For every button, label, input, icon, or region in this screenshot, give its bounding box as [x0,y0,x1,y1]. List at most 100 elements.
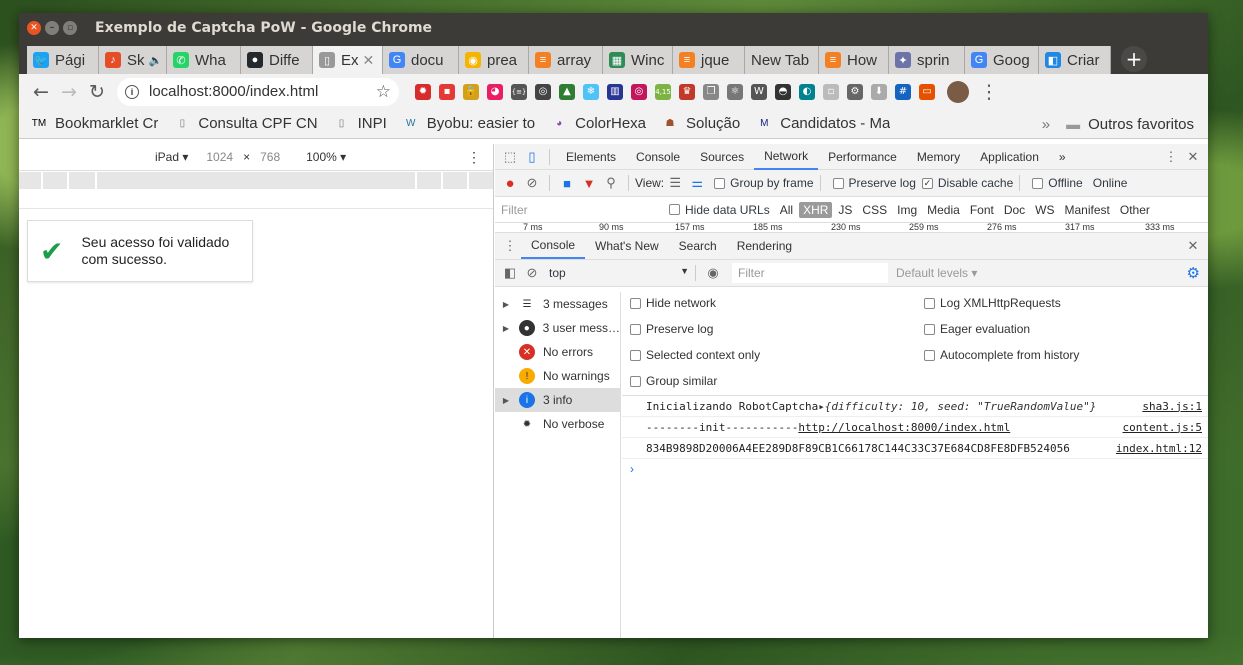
setting-checkbox[interactable] [630,375,641,387]
filter-type-other[interactable]: Other [1116,202,1154,218]
console-prompt[interactable]: › [622,459,1208,479]
extension-icon[interactable]: ⚛ [727,83,743,100]
record-icon[interactable]: ● [499,175,521,192]
reload-icon[interactable]: ↻ [83,78,111,106]
drawer-menu-icon[interactable]: ⋮ [499,238,521,254]
console-setting[interactable]: Preserve log [624,322,713,336]
browser-tab[interactable]: ♪ Sk 🔈 [99,46,167,74]
clear-icon[interactable]: ⊘ [521,175,543,191]
browser-tab[interactable]: ● Diffe [241,46,313,74]
devtools-menu-icon[interactable]: ⋮ [1160,149,1182,165]
media-query-ruler[interactable] [19,172,493,189]
setting-checkbox[interactable] [924,297,935,309]
browser-tab[interactable]: ✆ Wha [167,46,241,74]
console-sidebar-item[interactable]: ▶ ● 3 user mess… [495,316,620,340]
device-height[interactable]: 768 [260,150,280,164]
more-tabs-button[interactable]: » [1049,144,1076,170]
extension-icon[interactable]: ◎ [535,83,551,100]
extension-icon[interactable]: {≡} [511,83,527,100]
filter-type-xhr[interactable]: XHR [799,201,833,218]
filter-icon[interactable]: ▼ [578,176,600,191]
browser-tab[interactable]: Gdocu [383,46,459,74]
bookmark-item[interactable]: W Byobu: easier to [403,115,535,132]
browser-tab[interactable]: ≡ How [819,46,889,74]
console-sidebar-item[interactable]: ! No warnings [495,364,620,388]
drawer-tab-search[interactable]: Search [669,233,727,259]
console-setting[interactable]: Selected context only [624,348,760,362]
new-tab-button[interactable]: + [1121,46,1147,72]
log-object[interactable]: ▸{difficulty: 10, seed: "TrueRandomValue… [818,400,1096,413]
devtools-tab-application[interactable]: Application [970,144,1049,170]
site-info-icon[interactable]: i [125,84,139,99]
console-clear-icon[interactable]: ⊘ [521,265,543,281]
search-icon[interactable]: ⚲ [600,175,622,191]
large-rows-icon[interactable]: ☰ [664,175,686,191]
expand-triangle-icon[interactable]: ▶ [499,300,513,309]
bookmark-item[interactable]: ▯ INPI [334,115,387,132]
device-select[interactable]: iPad ▾ [155,150,188,164]
back-icon[interactable]: ← [27,78,55,106]
devtools-tab-elements[interactable]: Elements [556,144,626,170]
filter-type-doc[interactable]: Doc [1000,202,1029,218]
console-settings-gear-icon[interactable]: ⚙ [1187,264,1200,282]
bookmark-item[interactable]: ▯ Consulta CPF CN [174,115,318,132]
window-maximize-button[interactable]: ▫ [63,21,77,35]
filter-type-ws[interactable]: WS [1031,202,1058,218]
bookmark-item[interactable]: ☗ Solução [662,115,741,132]
address-bar[interactable]: i localhost:8000/index.html ☆ [117,77,399,106]
filter-type-all[interactable]: All [776,202,797,218]
bookmarks-overflow-button[interactable]: » [1042,116,1050,133]
url-text[interactable]: localhost:8000/index.html [149,83,318,100]
log-levels-select[interactable]: Default levels ▾ [896,266,977,280]
extension-icon[interactable]: ◎ [631,83,647,100]
context-select[interactable]: top ▼ [549,266,689,280]
console-setting[interactable]: Group similar [624,374,717,388]
browser-tab[interactable]: G Goog [965,46,1039,74]
other-bookmarks[interactable]: Outros favoritos [1088,116,1194,133]
console-setting[interactable]: Hide network [624,296,716,310]
console-setting[interactable]: Eager evaluation [918,322,1030,336]
audio-icon[interactable]: 🔈 [149,54,163,67]
extension-icon[interactable]: ⚙ [847,83,863,100]
group-by-frame-checkbox[interactable] [714,177,726,189]
menu-icon[interactable]: ⋮ [975,78,1003,106]
extension-icon[interactable]: ◓ [775,83,791,100]
extension-icon[interactable]: ⬇ [871,83,887,100]
browser-tab[interactable]: ≡ jque [673,46,745,74]
extension-icon[interactable]: W [751,83,767,100]
bookmark-item[interactable]: M Candidatos - Ma [756,115,890,132]
browser-tab[interactable]: ✦ sprin [889,46,965,74]
filter-type-js[interactable]: JS [834,202,856,218]
device-width[interactable]: 1024 [206,150,233,164]
tab-close-icon[interactable]: ✕ [363,52,375,69]
inspect-element-icon[interactable]: ⬚ [499,149,521,165]
console-setting[interactable]: Log XMLHttpRequests [918,296,1061,310]
live-expression-eye-icon[interactable]: ◉ [702,265,724,281]
setting-checkbox[interactable] [630,349,641,361]
drawer-close-icon[interactable]: ✕ [1182,238,1204,254]
setting-checkbox[interactable] [924,323,935,335]
browser-tab[interactable]: ▦ Winc [603,46,673,74]
filter-type-css[interactable]: CSS [858,202,891,218]
console-sidebar-item[interactable]: ▶ i 3 info [495,388,620,412]
setting-checkbox[interactable] [630,323,641,335]
extension-icon[interactable]: ❄ [583,83,599,100]
extension-icon[interactable]: ▭ [919,83,935,100]
device-menu-icon[interactable]: ⋮ [467,149,481,166]
disable-cache-checkbox[interactable]: ✓ [921,177,933,189]
devtools-tab-network[interactable]: Network [754,144,819,170]
extension-icon[interactable]: ▫ [823,83,839,100]
extension-icon[interactable]: 4,15 [655,83,671,100]
extension-icon[interactable]: ▥ [607,83,623,100]
browser-tab[interactable]: ◧ Criar [1039,46,1111,74]
extension-icon[interactable]: # [895,83,911,100]
extension-icon[interactable]: ❐ [703,83,719,100]
log-source-link[interactable]: sha3.js:1 [1142,400,1202,413]
bookmark-item[interactable]: TM Bookmarklet Cr [31,115,159,132]
console-sidebar-item[interactable]: ✹ No verbose [495,412,620,436]
devtools-tab-performance[interactable]: Performance [818,144,907,170]
log-source-link[interactable]: index.html:12 [1116,442,1202,455]
drawer-tab-console[interactable]: Console [521,233,586,259]
sidebar-toggle-icon[interactable]: ◧ [499,265,521,281]
zoom-select[interactable]: 100% ▾ [306,150,346,164]
